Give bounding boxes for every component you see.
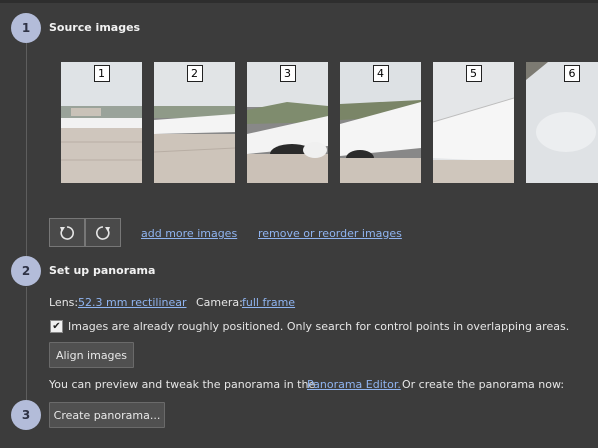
image-number-3: 3 (279, 65, 296, 82)
lens-value-link[interactable]: 52.3 mm rectilinear (78, 296, 187, 309)
step-2-title: Set up panorama (49, 264, 156, 277)
positioned-checkbox[interactable]: ✔ (50, 320, 63, 333)
create-panorama-button[interactable]: Create panorama... (49, 402, 165, 428)
positioned-checkbox-label: Images are already roughly positioned. O… (68, 320, 570, 333)
step-3-number: 3 (21, 408, 31, 422)
remove-reorder-images-link[interactable]: remove or reorder images (258, 227, 402, 240)
image-number-1: 1 (93, 65, 110, 82)
step-2-badge: 2 (11, 256, 41, 286)
camera-label: Camera: (196, 296, 243, 309)
panorama-editor-link[interactable]: Panorama Editor. (307, 378, 401, 391)
image-thumbnail-6[interactable]: 6 (526, 62, 598, 183)
step-1-number: 1 (21, 21, 31, 35)
image-thumbnail-5[interactable]: 5 (433, 62, 514, 183)
rotate-clockwise-icon (96, 225, 110, 240)
image-number-5: 5 (465, 65, 482, 82)
timeline-line-2 (26, 287, 27, 400)
lens-label: Lens: (49, 296, 79, 309)
rotate-counterclockwise-icon (60, 225, 74, 240)
image-thumbnail-3[interactable]: 3 (247, 62, 328, 183)
image-number-6: 6 (564, 65, 580, 82)
preview-text-after: Or create the panorama now: (402, 378, 565, 391)
add-more-images-link[interactable]: add more images (141, 227, 237, 240)
preview-text-before: You can preview and tweak the panorama i… (49, 378, 316, 391)
image-thumbnail-2[interactable]: 2 (154, 62, 235, 183)
step-3-badge: 3 (11, 400, 41, 430)
rotate-right-button[interactable] (85, 218, 121, 247)
image-thumbnail-1[interactable]: 1 (61, 62, 142, 183)
step-2-number: 2 (21, 264, 31, 278)
rotate-left-button[interactable] (49, 218, 85, 247)
image-number-2: 2 (186, 65, 203, 82)
align-images-button[interactable]: Align images (49, 342, 134, 368)
image-number-4: 4 (372, 65, 389, 82)
step-1-badge: 1 (11, 13, 41, 43)
timeline-line-1 (26, 43, 27, 257)
step-1-title: Source images (49, 21, 141, 34)
top-border (0, 0, 598, 3)
image-thumbnail-4[interactable]: 4 (340, 62, 421, 183)
camera-value-link[interactable]: full frame (242, 296, 295, 309)
